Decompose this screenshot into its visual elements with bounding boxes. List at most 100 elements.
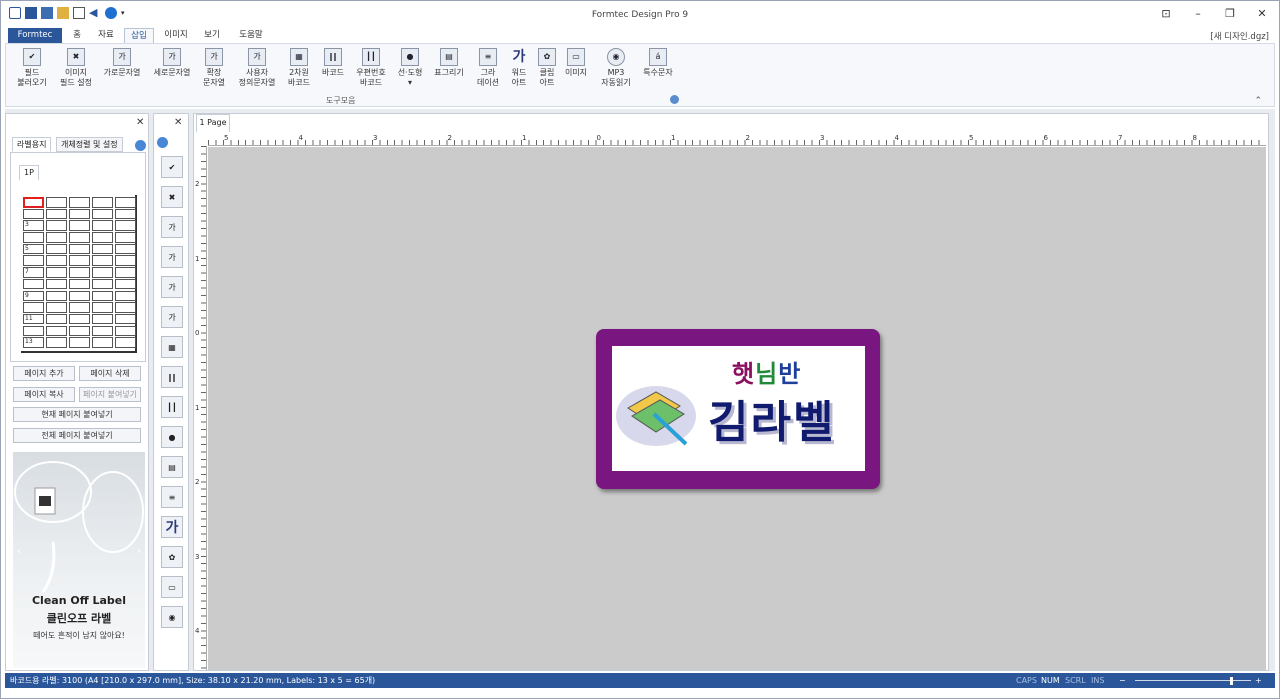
wordart-button[interactable]: 가 워드 아트: [506, 48, 532, 88]
image-button[interactable]: ▭ 이미지: [562, 48, 590, 78]
add-page-button[interactable]: 페이지 추가: [13, 366, 75, 381]
gradation-button[interactable]: ≡ 그라 데이션: [474, 48, 502, 88]
custom-text-button[interactable]: 가 사용자 정의문자열: [234, 48, 280, 88]
label-cell[interactable]: [115, 278, 136, 290]
label-cell[interactable]: [92, 278, 113, 290]
tool-image[interactable]: ▭: [161, 576, 183, 598]
tab-object-align[interactable]: 개체정렬 및 설정: [56, 137, 123, 152]
panel-play-icon[interactable]: [135, 140, 146, 151]
zoom-out-button[interactable]: −: [1119, 673, 1126, 688]
ad-prev-icon[interactable]: ‹: [17, 546, 21, 557]
label-cell[interactable]: [46, 255, 67, 266]
label-cell[interactable]: [115, 325, 136, 337]
mp3-button[interactable]: ◉ MP3 자동읽기: [596, 48, 636, 88]
label-cell[interactable]: [115, 267, 136, 278]
zoom-in-button[interactable]: +: [1255, 673, 1262, 688]
tool-custom-text[interactable]: 가: [161, 306, 183, 328]
tool-mp3[interactable]: ◉: [161, 606, 183, 628]
label-cell[interactable]: [23, 325, 44, 337]
label-cell[interactable]: [23, 232, 44, 243]
vertical-text-button[interactable]: 가 세로문자열: [150, 48, 194, 78]
barcode-button[interactable]: ‖‖ 바코드: [318, 48, 348, 78]
group-launcher-icon[interactable]: [670, 95, 679, 104]
paste-current-page-button[interactable]: 현재 페이지 붙여넣기: [13, 407, 141, 422]
label-cell[interactable]: [23, 278, 44, 290]
ribbon-display-icon[interactable]: ⊡: [1159, 7, 1173, 20]
label-design[interactable]: 햇님반 김라벨: [596, 329, 880, 489]
clipart-button[interactable]: ✿ 클립 아트: [534, 48, 560, 88]
label-cell[interactable]: [46, 220, 67, 231]
label-cell[interactable]: [69, 337, 90, 348]
extended-text-button[interactable]: 가 확장 문자열: [198, 48, 230, 88]
label-cell[interactable]: [46, 337, 67, 348]
label-cell[interactable]: [69, 278, 90, 290]
delete-page-button[interactable]: 페이지 삭제: [79, 366, 141, 381]
label-cell[interactable]: [69, 243, 90, 255]
label-cell[interactable]: [46, 243, 67, 255]
tool-gradation[interactable]: ≡: [161, 486, 183, 508]
tool-shape[interactable]: ●: [161, 426, 183, 448]
tool-extended-text[interactable]: 가: [161, 276, 183, 298]
image-field-button[interactable]: ✖ 이미지 필드 설정: [56, 48, 96, 88]
label-cell[interactable]: [23, 208, 44, 220]
tool-horizontal-text[interactable]: 가: [161, 216, 183, 238]
label-cell[interactable]: [115, 197, 136, 208]
label-cell[interactable]: [115, 243, 136, 255]
label-cell[interactable]: [69, 267, 90, 278]
label-cell[interactable]: [92, 255, 113, 266]
close-panel-icon[interactable]: ✕: [136, 117, 144, 128]
label-cell[interactable]: [23, 302, 44, 313]
label-cell[interactable]: 3: [23, 220, 44, 231]
label-cell[interactable]: [92, 302, 113, 313]
label-cell[interactable]: 11: [23, 313, 44, 325]
tool-field-load[interactable]: ✔: [161, 156, 183, 178]
tool-wordart[interactable]: 가: [161, 516, 183, 538]
qr-code-button[interactable]: ▦ 2차원 바코드: [284, 48, 314, 88]
label-cell[interactable]: [46, 208, 67, 220]
tool-clipart[interactable]: ✿: [161, 546, 183, 568]
label-cell[interactable]: [46, 325, 67, 337]
special-char-button[interactable]: á 특수문자: [640, 48, 676, 78]
label-cell[interactable]: [69, 255, 90, 266]
close-icon[interactable]: ✕: [1255, 7, 1269, 20]
label-cell[interactable]: [69, 290, 90, 301]
label-cell[interactable]: [69, 208, 90, 220]
tab-help[interactable]: 도움말: [235, 28, 267, 43]
label-cell[interactable]: [92, 243, 113, 255]
tab-image[interactable]: 이미지: [160, 28, 192, 43]
ad-next-icon[interactable]: ›: [137, 546, 141, 557]
tool-barcode[interactable]: ‖‖: [161, 366, 183, 388]
advertisement-banner[interactable]: ‹ › Clean Off Label 클린오프 라벨 떼어도 흔적이 남지 않…: [13, 452, 145, 668]
label-cell[interactable]: [115, 313, 136, 325]
tool-vertical-text[interactable]: 가: [161, 246, 183, 268]
restore-icon[interactable]: ❐: [1223, 7, 1237, 20]
label-cell[interactable]: 13: [23, 337, 44, 348]
tool-table[interactable]: ▤: [161, 456, 183, 478]
label-cell[interactable]: [92, 232, 113, 243]
shape-button[interactable]: ● 선·도형 ▾: [394, 48, 426, 88]
tab-insert[interactable]: 삽입: [124, 28, 154, 43]
tab-formtec[interactable]: Formtec: [8, 28, 62, 43]
table-button[interactable]: ▤ 표그리기: [430, 48, 468, 78]
label-cell[interactable]: [46, 313, 67, 325]
label-cell[interactable]: 9: [23, 290, 44, 301]
label-cell[interactable]: [23, 197, 44, 208]
page-tab[interactable]: 1 Page: [196, 114, 230, 132]
label-cell[interactable]: [115, 302, 136, 313]
label-cell[interactable]: [92, 197, 113, 208]
label-cell[interactable]: [115, 255, 136, 266]
tab-data[interactable]: 자료: [93, 28, 119, 43]
label-cell[interactable]: [46, 197, 67, 208]
label-cell[interactable]: [115, 208, 136, 220]
label-cell[interactable]: 5: [23, 243, 44, 255]
paste-page-button[interactable]: 페이지 붙여넣기: [79, 387, 141, 402]
label-cell[interactable]: [69, 197, 90, 208]
field-load-button[interactable]: ✔ 필드 불러오기: [12, 48, 52, 88]
tool-qr-code[interactable]: ▦: [161, 336, 183, 358]
label-cell[interactable]: [92, 208, 113, 220]
label-small-text[interactable]: 햇님반: [732, 354, 801, 389]
paste-all-pages-button[interactable]: 전체 페이지 붙여넣기: [13, 428, 141, 443]
label-cell[interactable]: 7: [23, 267, 44, 278]
label-cell[interactable]: [69, 232, 90, 243]
tab-label-paper[interactable]: 라벨용지: [12, 137, 52, 152]
